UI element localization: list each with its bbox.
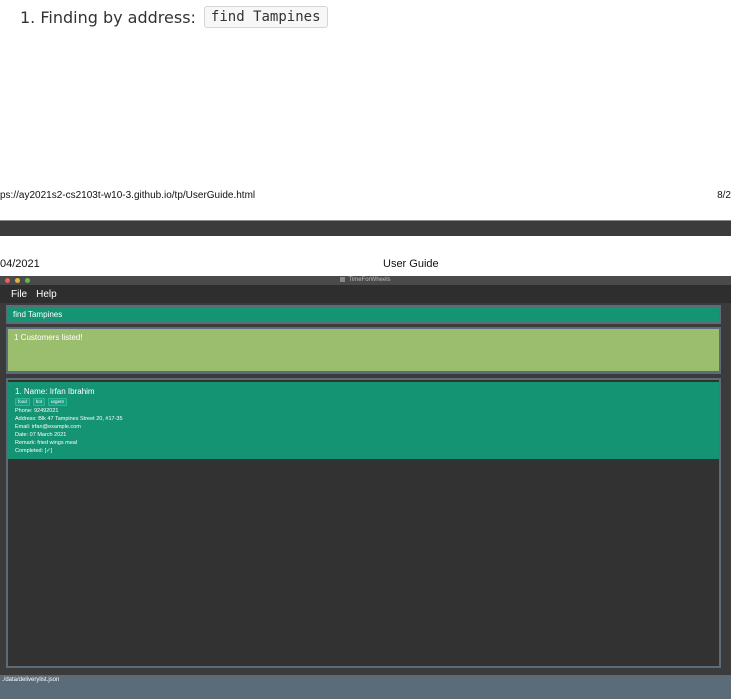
result-display-container: 1 Customers listed! — [6, 327, 721, 374]
print-title: User Guide — [383, 258, 439, 270]
menu-bar: File Help — [0, 286, 731, 303]
window-title: TimeForWheels — [0, 276, 731, 285]
menu-help[interactable]: Help — [36, 289, 57, 300]
status-bar: ./data/deliverylist.json — [0, 675, 731, 699]
command-box-container: find Tampines — [6, 305, 721, 324]
print-header-url: ps://ay2021s2-cs2103t-w10-3.github.io/tp… — [0, 190, 256, 201]
customer-name: Name: Irfan Ibrahim — [23, 387, 95, 396]
customer-list[interactable]: 1. Name: Irfan Ibrahim food hot urgent P… — [8, 380, 719, 666]
customer-remark: Remark: fried wings meal — [15, 440, 78, 446]
customer-tags: food hot urgent — [15, 398, 712, 406]
customer-address: Address: Blk 47 Tampines Street 20, #17-… — [15, 416, 123, 422]
window-title-text: TimeForWheels — [348, 277, 391, 283]
tag-hot: hot — [32, 398, 46, 406]
command-input[interactable]: find Tampines — [8, 307, 719, 322]
customer-phone: Phone: 92492021 — [15, 408, 59, 414]
step-label: 1. Finding by address: — [20, 7, 196, 27]
guide-step: 1. Finding by address: find Tampines — [20, 6, 328, 28]
app-window: TimeForWheels File Help find Tampines 1 … — [0, 276, 731, 699]
print-date: 04/2021 — [0, 258, 40, 270]
tag-urgent: urgent — [48, 398, 67, 406]
app-icon — [340, 276, 346, 282]
customer-email: Email: irfan@example.com — [15, 424, 81, 430]
window-titlebar: TimeForWheels — [0, 276, 731, 286]
customer-name-line: 1. Name: Irfan Ibrahim — [15, 387, 712, 397]
menu-file[interactable]: File — [11, 289, 27, 300]
customer-index: 1. — [15, 387, 22, 396]
customer-date: Date: 07 March 2021 — [15, 432, 67, 438]
print-page-number: 8/2 — [717, 190, 731, 201]
customer-list-container: 1. Name: Irfan Ibrahim food hot urgent P… — [6, 378, 721, 668]
result-display: 1 Customers listed! — [8, 329, 719, 371]
tag-food: food — [15, 398, 30, 406]
customer-completed: Completed: [✓] — [15, 448, 53, 454]
page-divider — [0, 221, 731, 236]
status-file-path: ./data/deliverylist.json — [2, 677, 60, 683]
step-code: find Tampines — [203, 6, 328, 28]
customer-card[interactable]: 1. Name: Irfan Ibrahim food hot urgent P… — [8, 382, 719, 459]
